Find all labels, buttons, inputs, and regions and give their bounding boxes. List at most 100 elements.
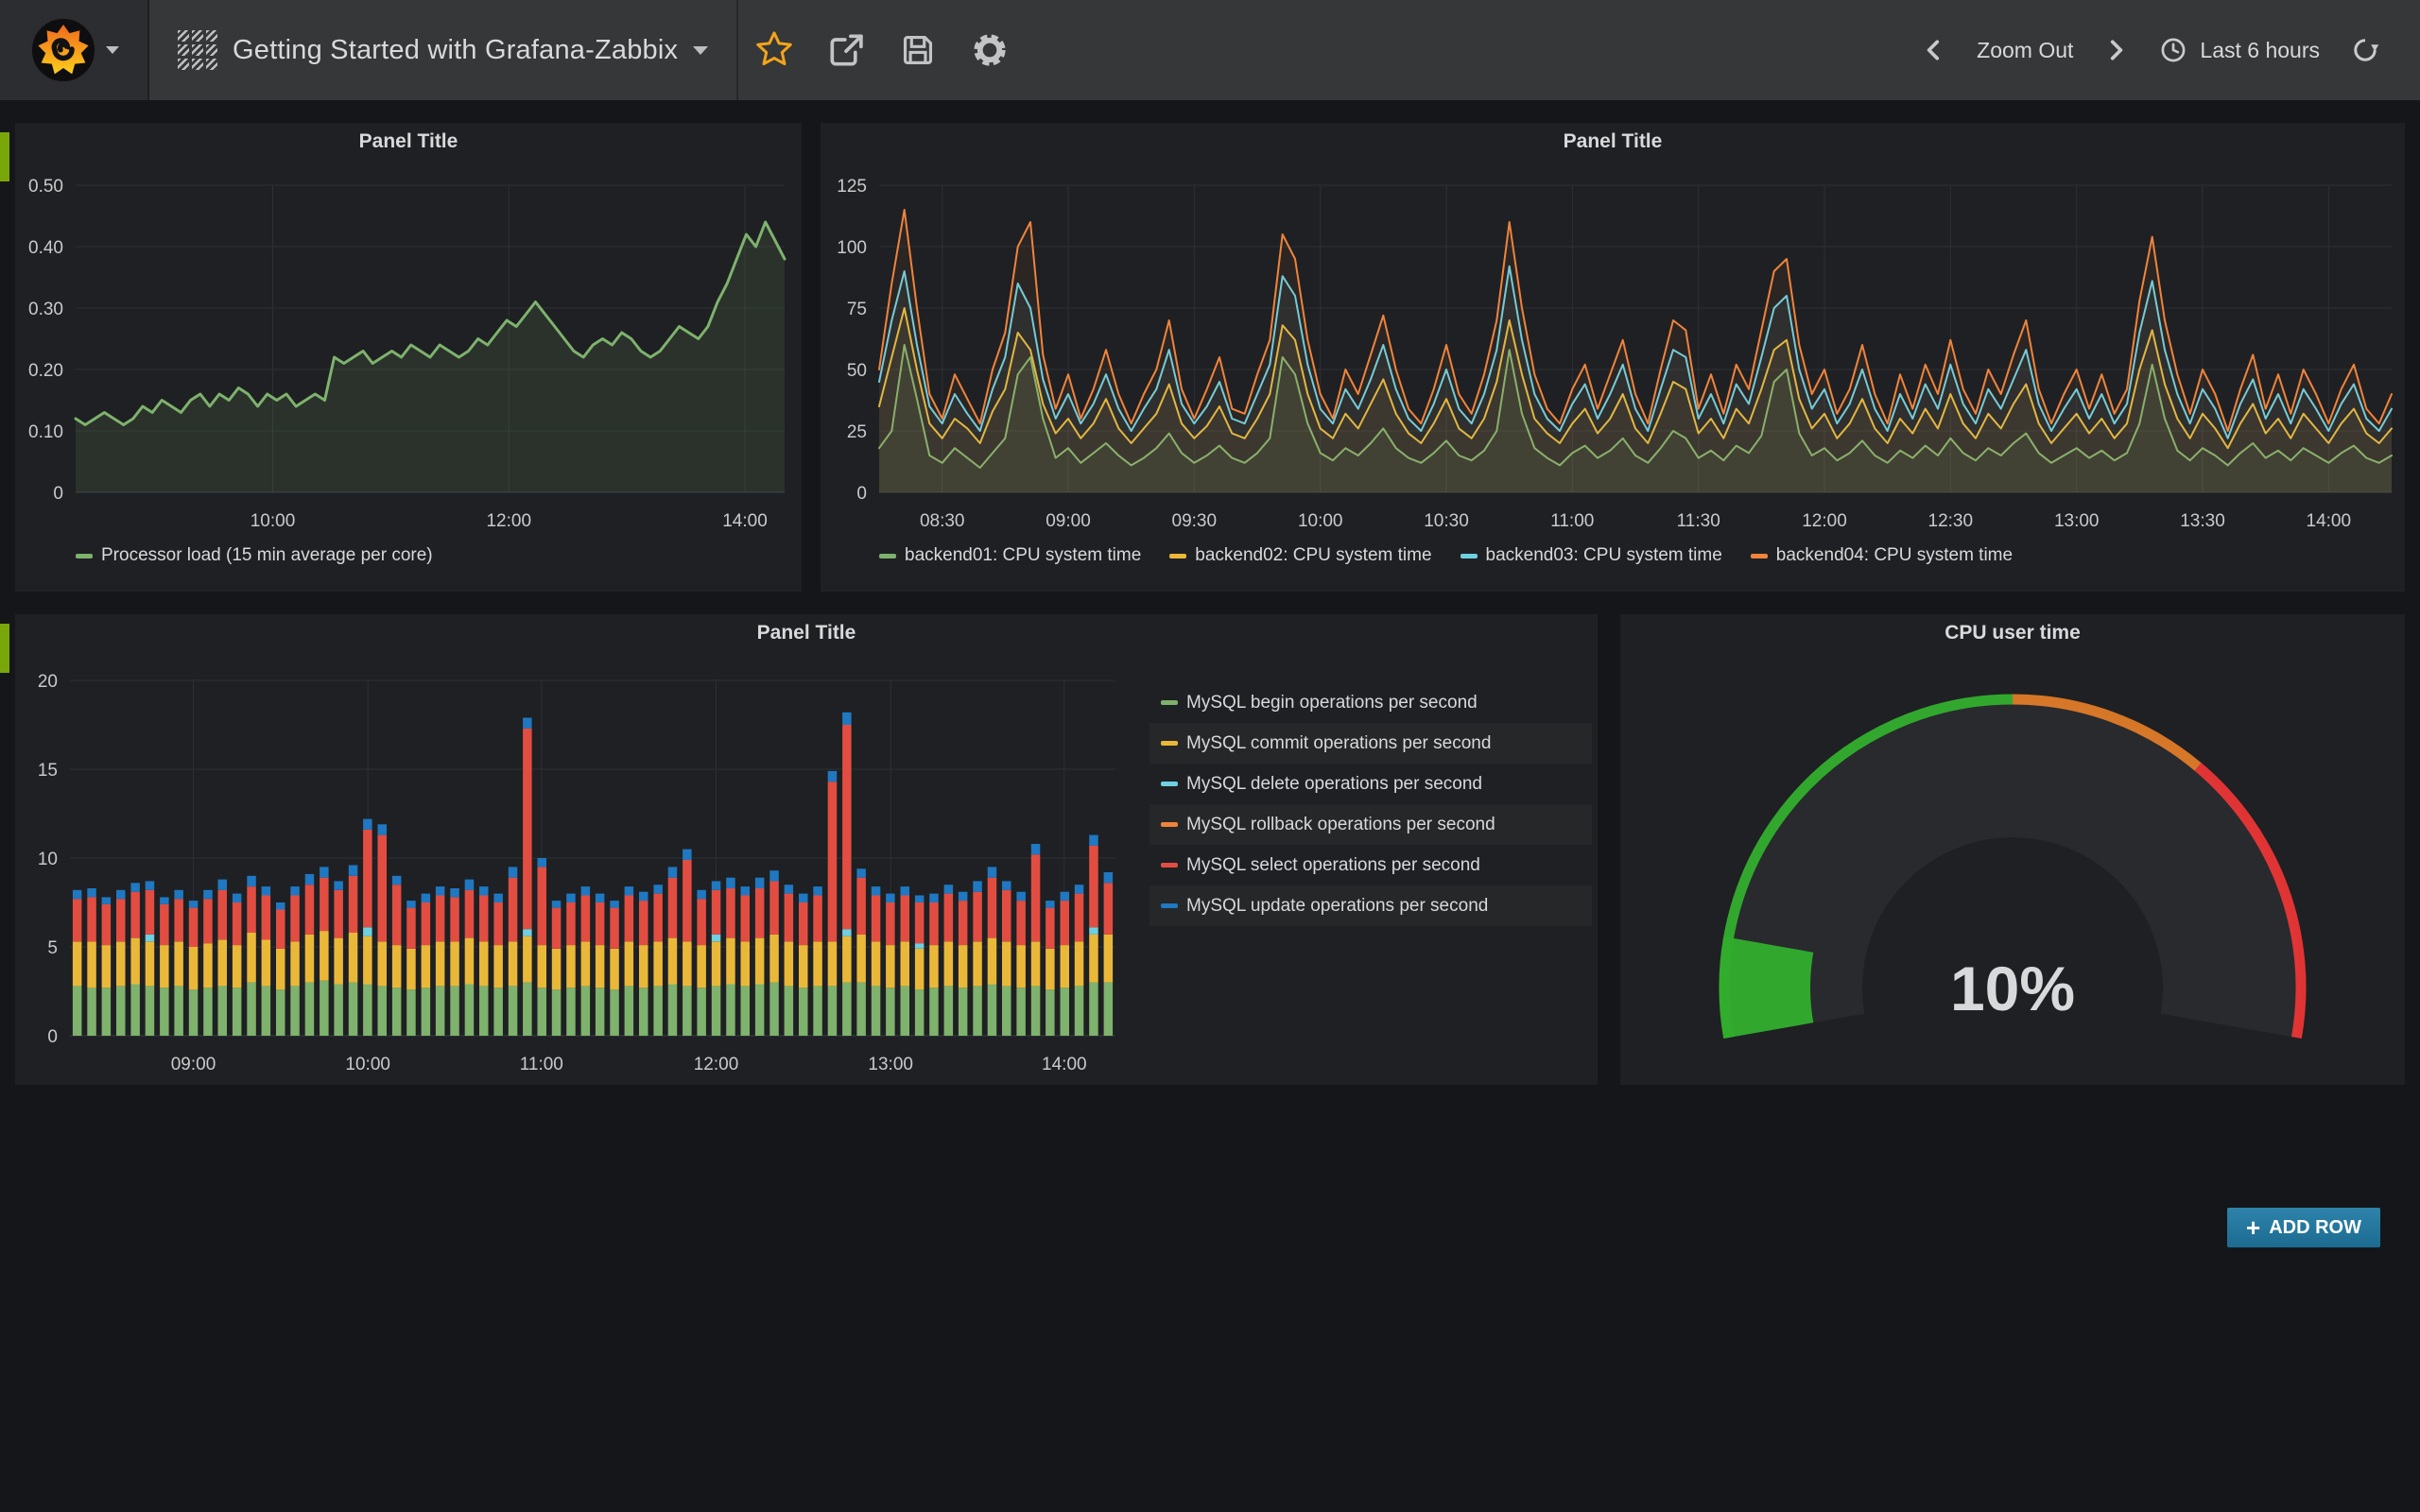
svg-text:13:00: 13:00 [868,1055,913,1074]
legend-item[interactable]: MySQL commit operations per second [1150,723,1592,764]
panel-title[interactable]: CPU user time [1620,622,2405,644]
grafana-dashboard-screen: Getting Started with Grafana-Zabbix [0,0,2420,1512]
legend-item[interactable]: MySQL update operations per second [1150,885,1592,926]
navbar-left: Getting Started with Grafana-Zabbix [0,0,1026,100]
svg-text:75: 75 [847,300,867,319]
refresh-button[interactable] [2335,0,2395,100]
svg-text:0: 0 [53,484,63,504]
panel-cpu-system-time: 025507510012508:3009:0009:3010:0010:3011… [821,123,2405,592]
refresh-icon [2350,35,2380,65]
cpu-system-time-chart[interactable]: 025507510012508:3009:0009:3010:0010:3011… [821,123,2405,592]
dashboard-picker-button[interactable]: Getting Started with Grafana-Zabbix [149,0,736,100]
svg-text:10:30: 10:30 [1424,511,1469,531]
svg-text:09:00: 09:00 [1046,511,1091,531]
chart-legend: MySQL begin operations per second MySQL c… [1150,682,1592,926]
svg-text:20: 20 [38,672,58,692]
panel-cpu-user-time-gauge: 10% CPU user time [1620,614,2405,1085]
svg-text:14:00: 14:00 [1042,1055,1087,1074]
row-handle[interactable] [0,624,9,673]
dashboard-title: Getting Started with Grafana-Zabbix [233,35,678,66]
svg-text:12:00: 12:00 [694,1055,739,1074]
grafana-menu-button[interactable] [0,0,149,100]
panel-title[interactable]: Panel Title [821,130,2405,153]
svg-text:5: 5 [47,938,58,958]
svg-text:12:00: 12:00 [1802,511,1847,531]
chevron-right-icon [2103,38,2128,62]
legend-item[interactable]: backend02: CPU system time [1169,545,1431,566]
dashboard-grid-icon [178,30,217,70]
chevron-left-icon [1922,38,1946,62]
svg-text:13:30: 13:30 [2180,511,2225,531]
svg-text:0.10: 0.10 [28,422,63,442]
star-icon [754,30,794,70]
legend-item[interactable]: MySQL begin operations per second [1150,682,1592,723]
legend-series-swatch [1161,700,1178,705]
legend-series-label: backend01: CPU system time [905,545,1141,566]
processor-load-chart[interactable]: 00.100.200.300.400.5010:0012:0014:00 [15,123,802,592]
legend-item[interactable]: Processor load (15 min average per core) [76,545,433,566]
legend-item[interactable]: backend01: CPU system time [879,545,1141,566]
legend-series-label: backend04: CPU system time [1776,545,2013,566]
svg-text:11:30: 11:30 [1677,511,1720,531]
legend-series-swatch [1161,863,1178,868]
grafana-logo-icon [29,16,97,84]
svg-text:08:30: 08:30 [920,511,965,531]
star-dashboard-button[interactable] [738,0,810,100]
time-shift-back-button[interactable] [1907,0,1962,100]
add-row-label: ADD ROW [2269,1217,2361,1239]
caret-down-icon [693,46,708,55]
legend-series-swatch [1161,782,1178,786]
cpu-user-time-gauge[interactable]: 10% [1620,614,2405,1085]
panel-title[interactable]: Panel Title [15,622,1598,644]
legend-series-swatch [1461,554,1478,558]
legend-series-swatch [1169,554,1186,558]
time-shift-forward-button[interactable] [2088,0,2143,100]
share-icon [825,29,867,71]
share-dashboard-button[interactable] [810,0,882,100]
svg-text:10:00: 10:00 [345,1055,390,1074]
svg-text:25: 25 [847,422,867,442]
svg-text:50: 50 [847,361,867,381]
legend-series-label: backend02: CPU system time [1195,545,1431,566]
plus-icon: + [2246,1215,2260,1240]
legend-series-label: MySQL commit operations per second [1186,733,1491,754]
time-picker-button[interactable]: Last 6 hours [2143,0,2335,100]
legend-series-swatch [1161,822,1178,827]
legend-item[interactable]: MySQL select operations per second [1150,845,1592,885]
svg-text:15: 15 [38,761,58,781]
legend-item[interactable]: MySQL rollback operations per second [1150,804,1592,845]
svg-text:09:30: 09:30 [1172,511,1218,531]
dashboard-settings-button[interactable] [954,0,1026,100]
save-icon [897,29,939,71]
zoom-out-button[interactable]: Zoom Out [1962,0,2088,100]
add-row-button[interactable]: + ADD ROW [2227,1208,2380,1247]
clock-icon [2158,35,2188,65]
row-handle[interactable] [0,132,9,181]
legend-series-label: MySQL select operations per second [1186,855,1480,876]
legend-item[interactable]: backend03: CPU system time [1461,545,1722,566]
chart-legend: Processor load (15 min average per core) [76,545,433,566]
legend-series-swatch [76,554,93,558]
save-dashboard-button[interactable] [882,0,954,100]
legend-series-label: MySQL update operations per second [1186,896,1488,917]
panel-title[interactable]: Panel Title [15,130,802,153]
legend-series-label: backend03: CPU system time [1486,545,1722,566]
svg-text:13:00: 13:00 [2054,511,2100,531]
gear-icon [968,28,1011,72]
navbar-right: Zoom Out Last 6 hours [1907,0,2420,100]
time-range-label: Last 6 hours [2200,38,2320,63]
svg-text:10: 10 [38,850,58,869]
legend-item[interactable]: MySQL delete operations per second [1150,764,1592,804]
svg-text:12:30: 12:30 [1928,511,1974,531]
legend-item[interactable]: backend04: CPU system time [1751,545,2013,566]
chart-legend: backend01: CPU system time backend02: CPU… [879,545,2013,566]
dashboard-canvas: 00.100.200.300.400.5010:0012:0014:00 Pan… [0,100,2420,1512]
svg-text:10%: 10% [1950,954,2075,1023]
svg-text:100: 100 [837,238,867,258]
svg-text:11:00: 11:00 [520,1055,563,1074]
legend-series-swatch [1161,741,1178,746]
svg-text:0.30: 0.30 [28,300,63,319]
legend-series-swatch [879,554,896,558]
svg-text:09:00: 09:00 [171,1055,216,1074]
legend-series-label: MySQL delete operations per second [1186,774,1482,795]
